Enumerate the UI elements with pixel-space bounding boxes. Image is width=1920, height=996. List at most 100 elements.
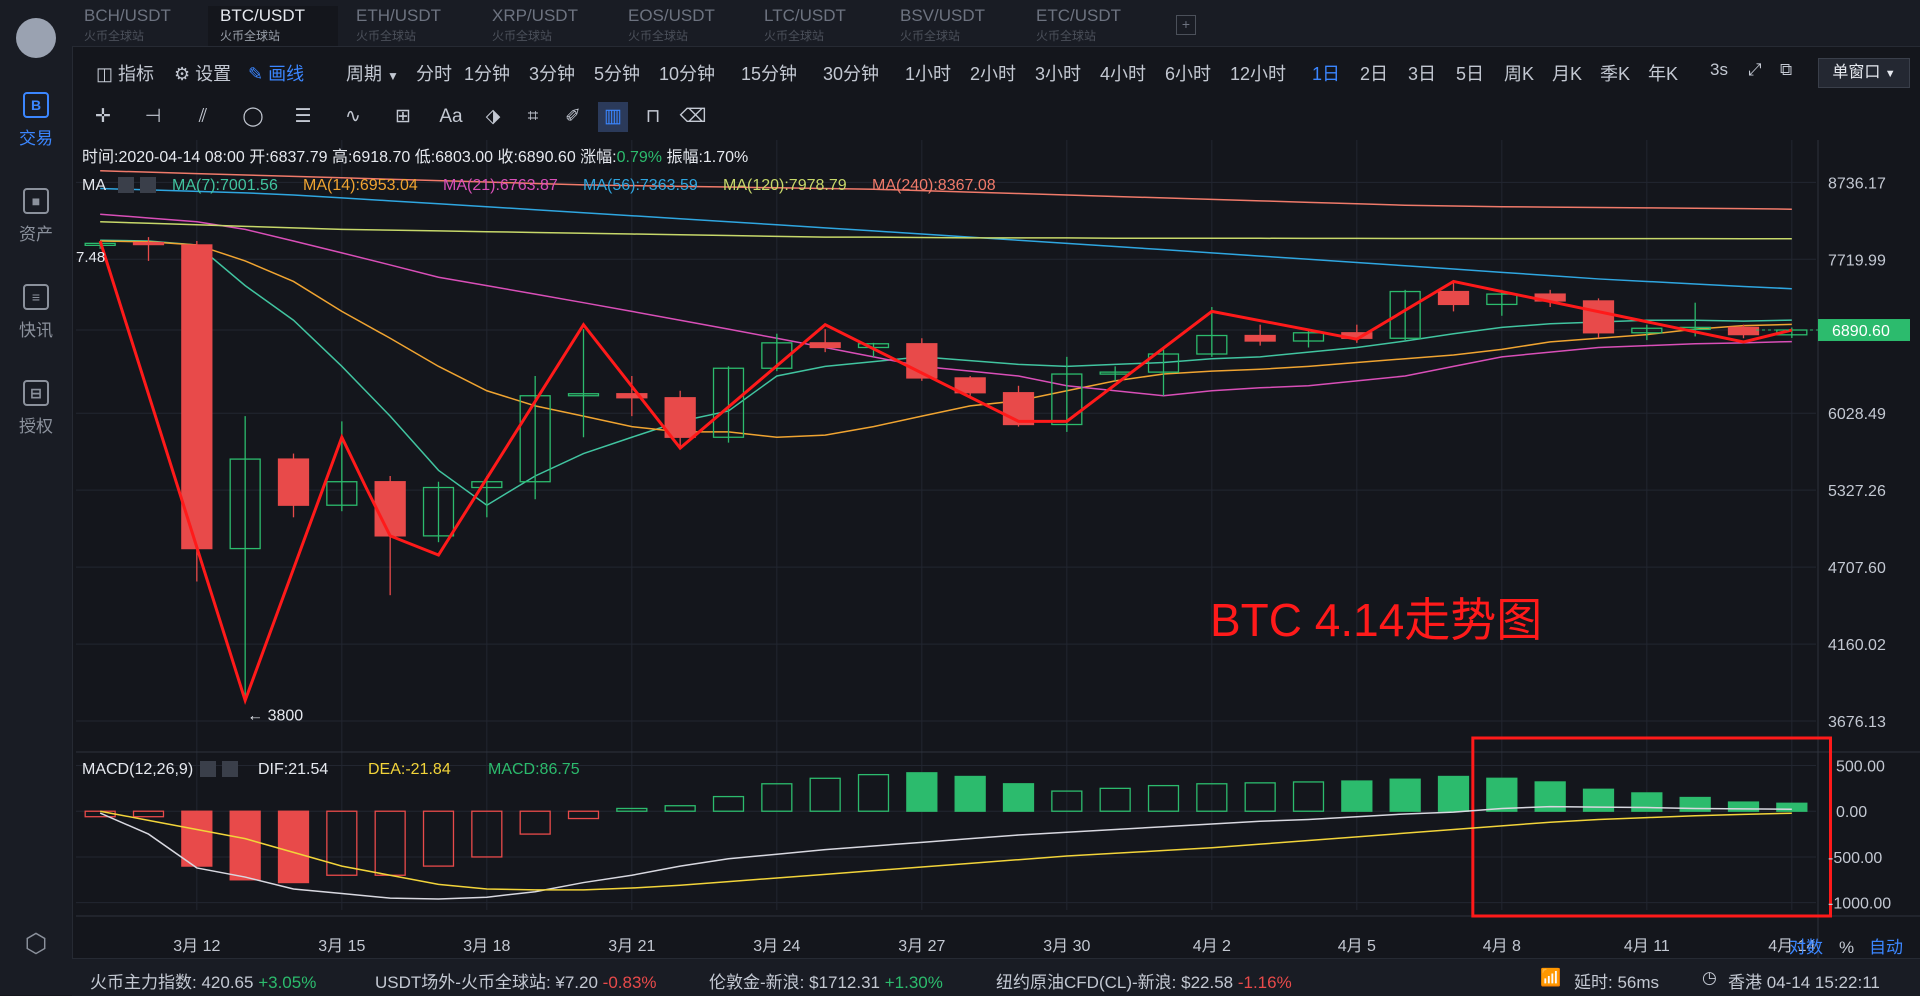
tab-eos[interactable]: EOS/USDT 火币全球站	[616, 6, 746, 46]
period-option[interactable]: 1分钟	[464, 60, 510, 86]
crosshair-icon[interactable]: ✛	[88, 102, 118, 132]
trend-line-icon[interactable]: ⫽	[188, 102, 218, 132]
measure-icon[interactable]: ⊞	[388, 102, 418, 132]
ma-close-icon[interactable]	[140, 177, 156, 193]
tab-xrp[interactable]: XRP/USDT 火币全球站	[480, 6, 610, 46]
tab-exchange: 火币全球站	[900, 29, 961, 43]
candle[interactable]	[1727, 326, 1760, 336]
settings-button[interactable]: ⚙ 设置	[174, 60, 231, 86]
macd-settings-icon[interactable]	[200, 761, 216, 777]
period-option[interactable]: 2日	[1360, 60, 1388, 86]
period-option[interactable]: 3日	[1408, 60, 1436, 86]
ma-legend-label: MA	[82, 177, 106, 194]
period-option[interactable]: 12小时	[1230, 60, 1286, 86]
macd-bar[interactable]	[229, 810, 261, 881]
ticker-item[interactable]: USDT场外-火币全球站: ¥7.20 -0.83%	[375, 968, 657, 993]
macd-bar[interactable]	[1389, 778, 1421, 812]
candle[interactable]	[374, 481, 406, 537]
candle[interactable]	[277, 458, 310, 506]
sidebar-item-trade[interactable]: B 交易	[0, 92, 72, 149]
add-tab-icon[interactable]: +	[1176, 15, 1196, 35]
period-label: 周期	[346, 64, 382, 84]
period-option[interactable]: 6小时	[1165, 60, 1211, 86]
candle[interactable]	[1582, 300, 1615, 334]
period-option[interactable]: 5日	[1456, 60, 1484, 86]
lock-icon[interactable]: ⊓	[638, 102, 668, 132]
tab-eth[interactable]: ETH/USDT 火币全球站	[344, 6, 474, 46]
clock-icon: ◷	[1702, 968, 1717, 987]
tab-btc[interactable]: BTC/USDT 火币全球站	[208, 6, 338, 46]
period-option[interactable]: 2小时	[970, 60, 1016, 86]
window-select[interactable]: 单窗口 ▼	[1818, 58, 1910, 88]
candle[interactable]	[616, 393, 648, 399]
auto-scale-toggle: 自动	[1869, 938, 1903, 957]
fibonacci-icon[interactable]: ∿	[338, 102, 368, 132]
macd-bar[interactable]	[181, 810, 213, 867]
period-option[interactable]: 3分钟	[529, 60, 575, 86]
pattern-icon[interactable]: ⬗	[478, 102, 508, 132]
macd-bar[interactable]	[1727, 801, 1760, 812]
ticker-footer: 火币主力指数: 420.65 +3.05% USDT场外-火币全球站: ¥7.20…	[72, 958, 1920, 996]
horizontal-line-icon[interactable]: ⊣	[138, 102, 168, 132]
circle-icon[interactable]: ◯	[238, 102, 268, 132]
brush-icon[interactable]: ✐	[558, 102, 588, 132]
draw-button[interactable]: ✎ 画线	[248, 60, 304, 86]
period-option[interactable]: 5分钟	[594, 60, 640, 86]
tab-ltc[interactable]: LTC/USDT 火币全球站	[752, 6, 882, 46]
candle[interactable]	[809, 342, 841, 349]
parallel-lines-icon[interactable]: ☰	[288, 102, 318, 132]
ma-settings-icon[interactable]	[118, 177, 134, 193]
tab-etc[interactable]: ETC/USDT 火币全球站	[1024, 6, 1154, 46]
period-option[interactable]: 4小时	[1100, 60, 1146, 86]
ticker-item[interactable]: 火币主力指数: 420.65 +3.05%	[90, 968, 316, 993]
text-tool-icon[interactable]: Aa	[436, 102, 466, 132]
candle[interactable]	[132, 241, 165, 246]
sidebar-item-auth[interactable]: ⊟ 授权	[0, 380, 72, 437]
trash-icon[interactable]: ⌫	[678, 102, 708, 132]
candlestick-chart[interactable]: 8736.17 7719.99 6890.60 6028.49 5327.26 4707.…	[76, 140, 1920, 958]
period-option[interactable]: 3小时	[1035, 60, 1081, 86]
macd-bar[interactable]	[277, 810, 310, 884]
fullscreen-icon[interactable]: ⤢	[1748, 60, 1762, 80]
period-option[interactable]: 月K	[1552, 60, 1582, 86]
candle[interactable]	[181, 244, 213, 550]
settings-hex-icon[interactable]: ⬡	[0, 928, 72, 959]
period-option[interactable]: 季K	[1600, 60, 1630, 86]
macd-bar[interactable]	[1341, 780, 1373, 812]
refresh-interval[interactable]: 3s	[1710, 60, 1728, 80]
period-option[interactable]: 1小时	[905, 60, 951, 86]
macd-bar[interactable]	[1002, 783, 1035, 812]
sidebar-item-assets[interactable]: ■ 资产	[0, 188, 72, 245]
pencil-icon: ✎	[248, 64, 264, 84]
sidebar-item-news[interactable]: ≡ 快讯	[0, 284, 72, 341]
period-option[interactable]: 1日	[1312, 60, 1340, 86]
macd-bar[interactable]	[1486, 777, 1518, 812]
candle[interactable]	[1437, 290, 1470, 306]
magnet-icon[interactable]: ▥	[598, 102, 628, 132]
ruler-icon[interactable]: ⌗	[518, 102, 548, 132]
period-option[interactable]: 15分钟	[741, 60, 797, 86]
indicator-button[interactable]: ◫ 指标	[96, 60, 154, 86]
tab-bsv[interactable]: BSV/USDT 火币全球站	[888, 6, 1018, 46]
ticker-item[interactable]: 伦敦金-新浪: $1712.31 +1.30%	[709, 968, 943, 993]
candle[interactable]	[664, 397, 696, 438]
period-option[interactable]: 周K	[1504, 60, 1534, 86]
period-option[interactable]: 分时	[416, 60, 452, 86]
caret-down-icon: ▼	[387, 69, 399, 83]
candle[interactable]	[1244, 334, 1276, 342]
macd-bar[interactable]	[1437, 775, 1470, 812]
log-scale-toggle: 对数	[1789, 938, 1823, 957]
macd-bar[interactable]	[954, 775, 986, 812]
macd-bar[interactable]	[1776, 802, 1808, 812]
ticker-item[interactable]: 纽约原油CFD(CL)-新浪: $22.58 -1.16%	[996, 968, 1292, 993]
macd-close-icon[interactable]	[222, 761, 238, 777]
macd-bar[interactable]	[906, 772, 938, 812]
tab-exchange: 火币全球站	[1036, 29, 1097, 43]
period-option[interactable]: 10分钟	[659, 60, 715, 86]
tab-bch[interactable]: BCH/USDT 火币全球站	[72, 6, 202, 46]
period-option[interactable]: 年K	[1648, 60, 1678, 86]
period-option[interactable]: 30分钟	[823, 60, 879, 86]
period-dropdown[interactable]: 周期 ▼	[346, 60, 399, 86]
popout-icon[interactable]: ⧉	[1780, 60, 1792, 80]
ticker-value: $1712.31	[809, 973, 885, 992]
